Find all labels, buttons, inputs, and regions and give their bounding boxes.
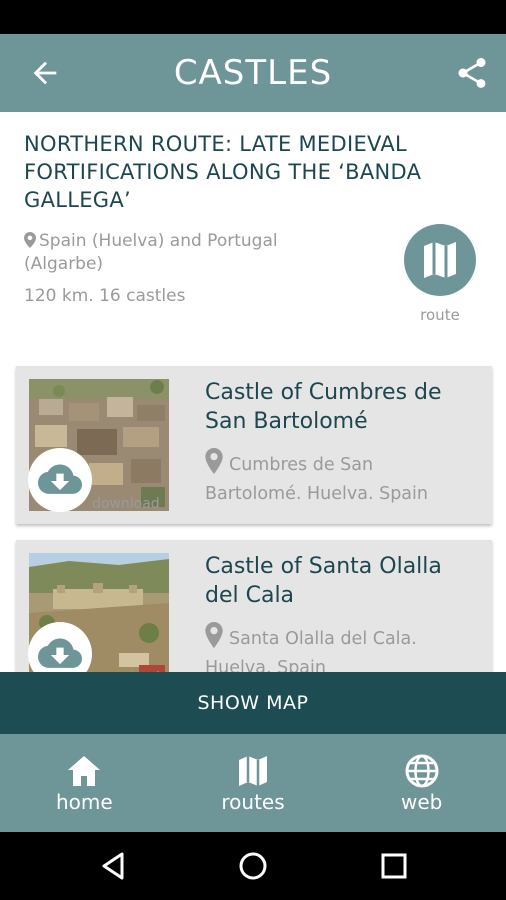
nav-item-home[interactable]: home bbox=[0, 734, 169, 832]
arrow-back-icon[interactable] bbox=[28, 56, 62, 90]
cloud-download-icon bbox=[38, 464, 82, 494]
nav-item-web[interactable]: web bbox=[337, 734, 506, 832]
route-title: NORTHERN ROUTE: LATE MEDIEVAL FORTIFICAT… bbox=[24, 132, 422, 212]
castle-location-text: Santa Olalla del Cala. Huelva. Spain bbox=[205, 629, 417, 672]
map-icon bbox=[239, 756, 267, 786]
route-meta: 120 km. 16 castles bbox=[24, 286, 186, 306]
nav-item-routes[interactable]: routes bbox=[169, 734, 338, 832]
show-map-button[interactable]: SHOW MAP bbox=[0, 672, 506, 734]
castle-card[interactable]: download Castle of Cumbres de San Bartol… bbox=[16, 366, 492, 524]
page-title: CASTLES bbox=[173, 53, 333, 93]
bottom-nav: home routes web bbox=[0, 734, 506, 832]
globe-icon bbox=[405, 754, 439, 788]
route-button[interactable] bbox=[404, 224, 476, 296]
route-location-text: Spain (Huelva) and Portugal (Algarbe) bbox=[24, 231, 278, 274]
cloud-download-icon bbox=[38, 638, 82, 668]
route-location: Spain (Huelva) and Portugal (Algarbe) bbox=[24, 230, 324, 276]
recents-square-icon[interactable] bbox=[378, 850, 410, 882]
castle-title: Castle of Cumbres de San Bartolomé bbox=[205, 380, 442, 434]
app-bar: CASTLES bbox=[0, 34, 506, 112]
castle-title: Castle of Santa Olalla del Cala bbox=[205, 554, 442, 608]
location-pin-icon bbox=[24, 232, 36, 248]
castle-location-text: Cumbres de San Bartolomé. Huelva. Spain bbox=[205, 455, 428, 504]
download-label: download bbox=[92, 496, 160, 512]
location-pin-icon bbox=[205, 622, 223, 648]
map-icon bbox=[424, 242, 456, 278]
home-circle-icon[interactable] bbox=[237, 850, 269, 882]
download-button[interactable] bbox=[28, 448, 92, 512]
system-nav-bar bbox=[0, 832, 506, 900]
castle-card[interactable]: download Castle of Santa Olalla del Cala… bbox=[16, 540, 492, 672]
status-bar bbox=[0, 0, 506, 34]
castle-location: Cumbres de San Bartolomé. Huelva. Spain bbox=[205, 448, 475, 509]
nav-label-routes: routes bbox=[221, 790, 285, 814]
share-icon[interactable] bbox=[454, 54, 490, 92]
content-area[interactable]: NORTHERN ROUTE: LATE MEDIEVAL FORTIFICAT… bbox=[0, 112, 506, 672]
route-button-label: route bbox=[420, 306, 460, 324]
home-icon bbox=[68, 756, 101, 786]
castle-location: Santa Olalla del Cala. Huelva. Spain bbox=[205, 622, 475, 672]
nav-label-web: web bbox=[401, 790, 443, 814]
back-triangle-icon[interactable] bbox=[98, 850, 130, 882]
nav-label-home: home bbox=[55, 790, 113, 814]
location-pin-icon bbox=[205, 448, 223, 474]
